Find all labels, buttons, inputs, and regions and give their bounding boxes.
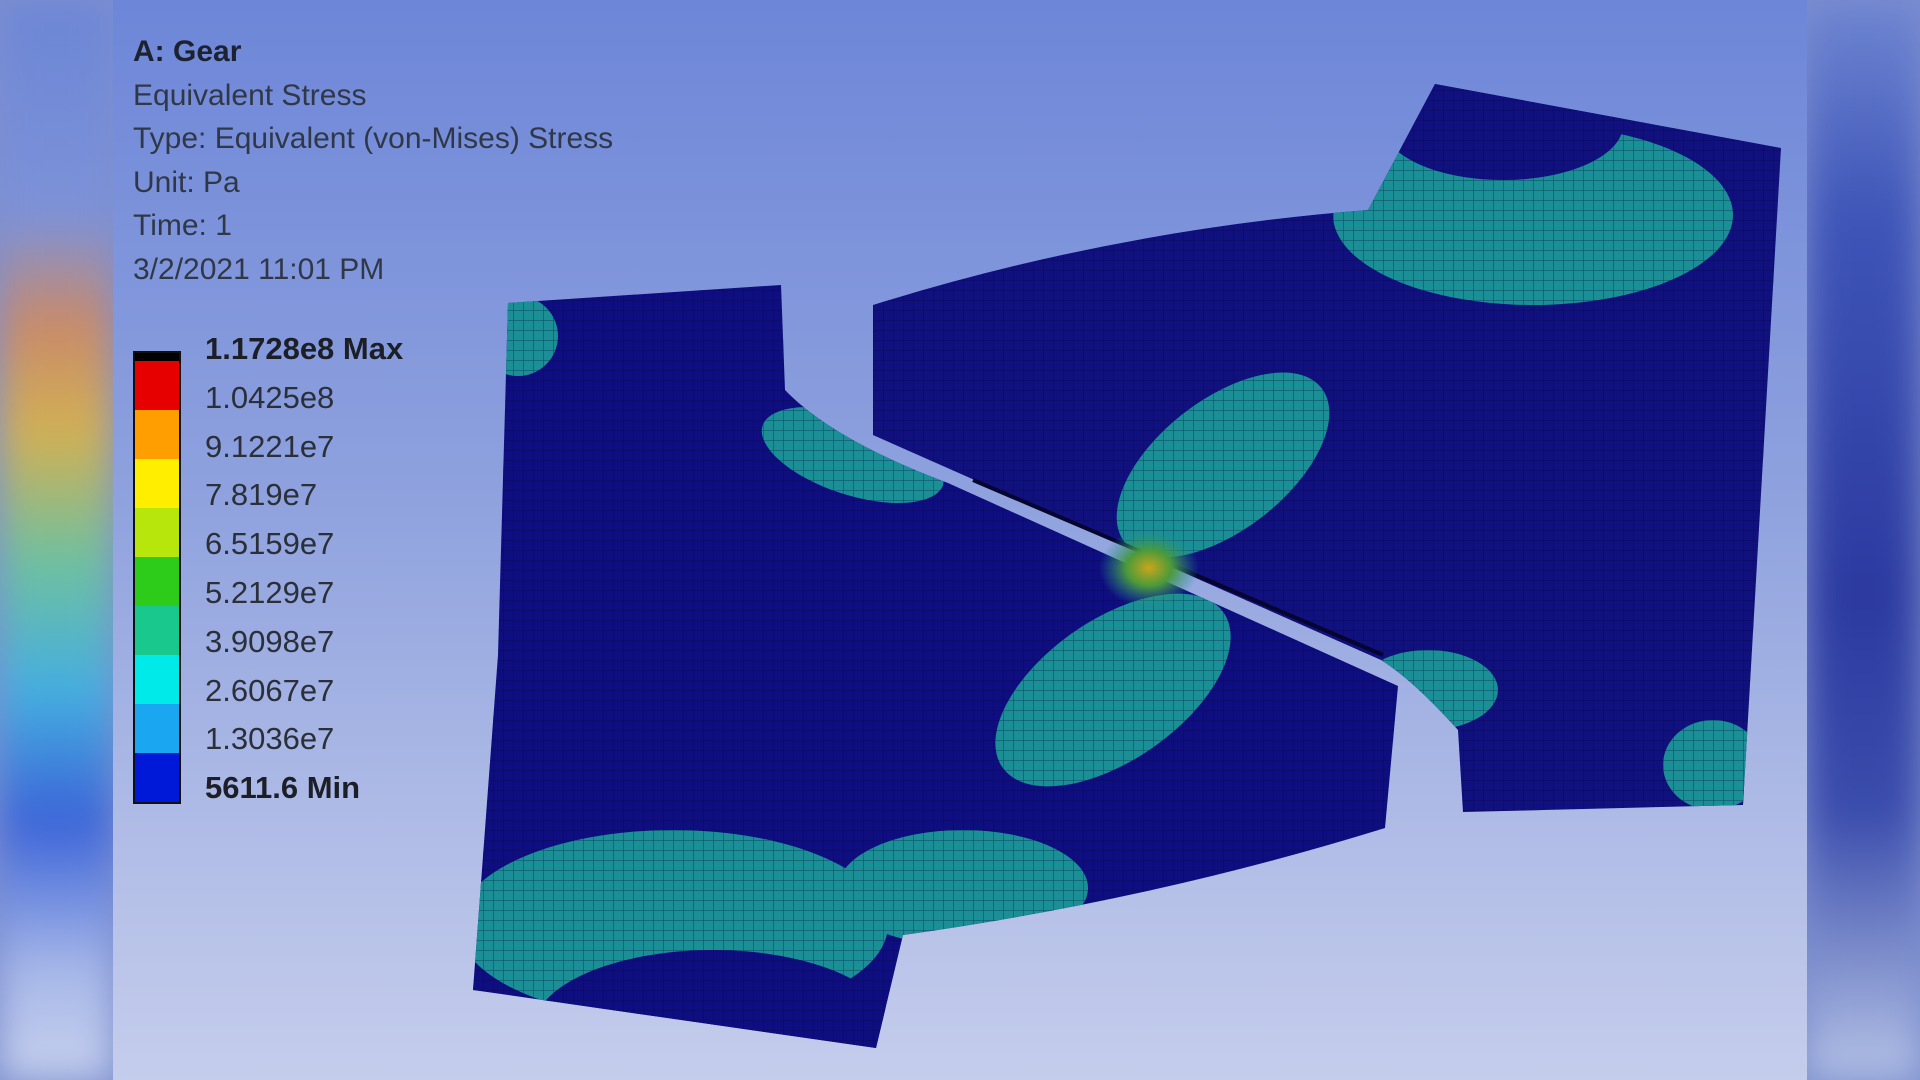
- graphics-viewport[interactable]: A: Gear Equivalent Stress Type: Equivale…: [113, 0, 1807, 1080]
- result-name: Equivalent Stress: [133, 78, 367, 112]
- legend-level-label: 3.9098e7: [205, 623, 335, 659]
- blurred-right-band: [1807, 0, 1920, 1080]
- legend-swatch: [135, 557, 179, 606]
- legend-level-label: 6.5159e7: [205, 526, 335, 562]
- result-type: Type: Equivalent (von-Mises) Stress: [133, 122, 614, 155]
- legend-level-label: 5.2129e7: [205, 575, 335, 610]
- result-info-header: A: Gear Equivalent Stress Type: Equivale…: [133, 30, 613, 291]
- legend-level-label: 1.3036e7: [205, 721, 335, 757]
- legend-swatch: [135, 606, 179, 655]
- legend-level-label: 2.6067e7: [205, 672, 335, 708]
- legend-min-label: 5611.6 Min: [205, 770, 361, 806]
- legend-swatch: [135, 704, 179, 753]
- legend-swatch: [135, 410, 179, 459]
- legend-max-label: 1.1728e8 Max: [205, 331, 404, 366]
- legend-level-label: 9.1221e7: [205, 428, 335, 464]
- blurred-left-band: [0, 0, 113, 1080]
- legend-colorbar: [133, 351, 181, 804]
- legend-level-label: 1.0425e8: [205, 379, 335, 415]
- legend-swatch: [135, 361, 179, 410]
- max-stress-hotspot: [1099, 528, 1199, 608]
- result-timestamp: 3/2/2021 11:01 PM: [133, 252, 385, 286]
- result-time: Time: 1: [133, 209, 232, 242]
- legend-swatch: [135, 353, 179, 361]
- legend-swatch: [135, 655, 179, 704]
- legend-swatch: [135, 753, 179, 802]
- legend-level-label: 7.819e7: [205, 477, 318, 513]
- legend-swatch: [135, 459, 179, 508]
- model-title: A: Gear: [133, 35, 242, 68]
- result-unit: Unit: Pa: [133, 165, 240, 199]
- legend-swatch: [135, 508, 179, 557]
